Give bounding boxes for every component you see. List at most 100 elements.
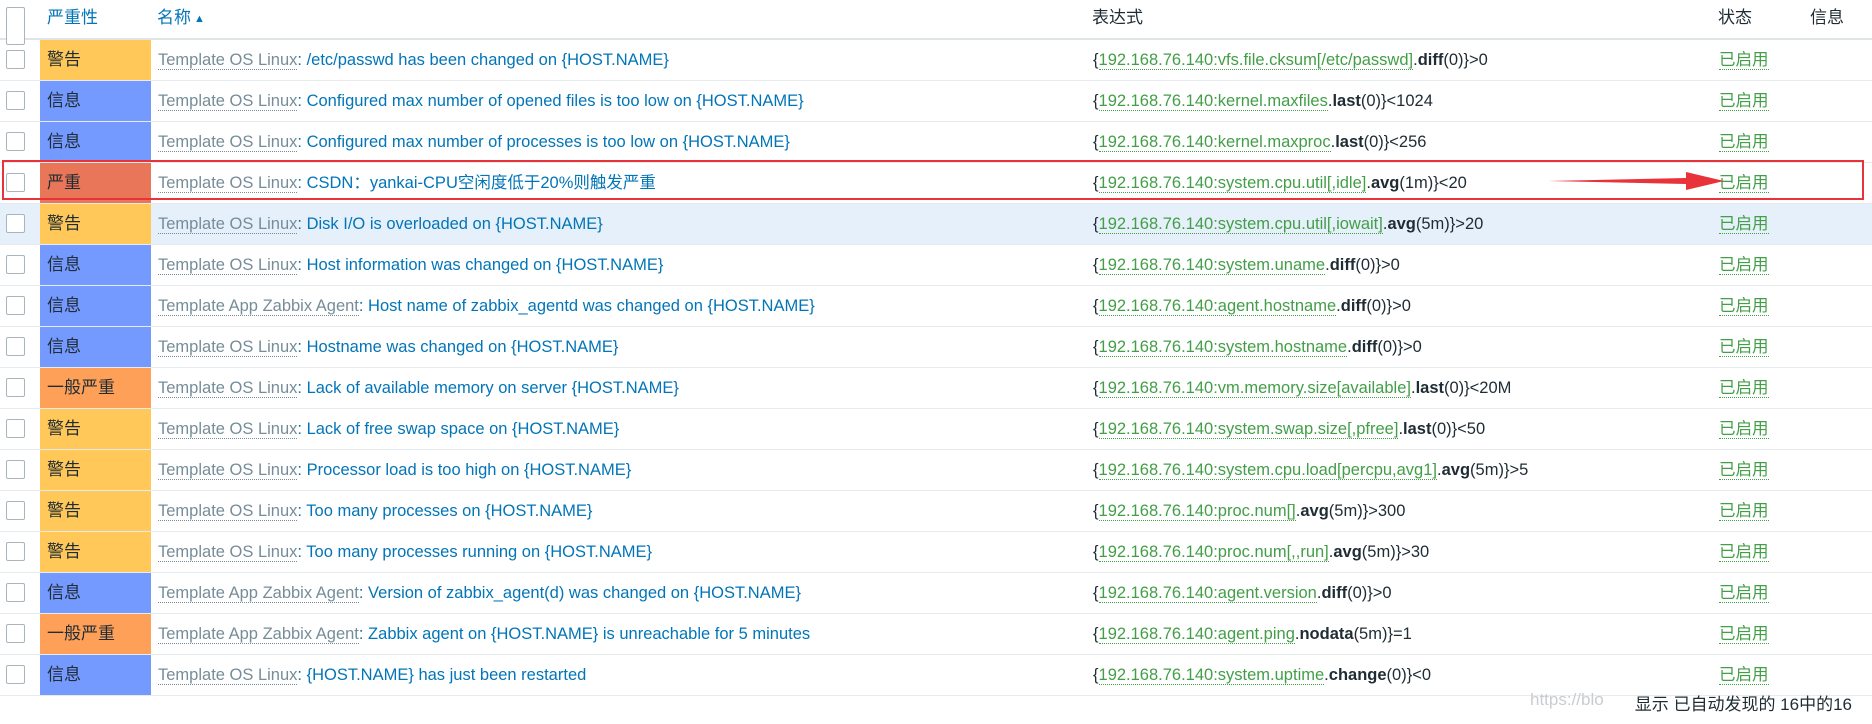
row-checkbox[interactable] <box>6 624 25 643</box>
template-link[interactable]: Template App Zabbix Agent <box>158 297 359 316</box>
template-link[interactable]: Template App Zabbix Agent <box>158 584 359 603</box>
template-link[interactable]: Template App Zabbix Agent <box>158 625 359 644</box>
trigger-name-link[interactable]: : {HOST.NAME} has just been restarted <box>297 666 586 684</box>
expression-item-link[interactable]: 192.168.76.140:system.cpu.load[percpu,av… <box>1098 461 1437 480</box>
template-link[interactable]: Template OS Linux <box>158 666 298 685</box>
expression-item-link[interactable]: 192.168.76.140:proc.num[] <box>1098 502 1296 521</box>
trigger-name-link[interactable]: : Lack of available memory on server {HO… <box>297 379 678 397</box>
row-checkbox[interactable] <box>6 173 25 192</box>
template-link[interactable]: Template OS Linux <box>158 379 298 398</box>
trigger-name: Template OS Linux: /etc/passwd has been … <box>158 40 669 80</box>
expression-item-link[interactable]: 192.168.76.140:system.swap.size[,pfree] <box>1098 420 1399 439</box>
template-link[interactable]: Template OS Linux <box>158 92 298 111</box>
row-checkbox[interactable] <box>6 460 25 479</box>
trigger-expression: {192.168.76.140:vfs.file.cksum[/etc/pass… <box>1093 51 1488 70</box>
trigger-name-link[interactable]: : Hostname was changed on {HOST.NAME} <box>297 338 618 356</box>
row-checkbox[interactable] <box>6 501 25 520</box>
severity-badge: 警告 <box>40 450 151 490</box>
expression-item-link[interactable]: 192.168.76.140:vm.memory.size[available] <box>1098 379 1411 398</box>
trigger-name-link[interactable]: : Too many processes running on {HOST.NA… <box>297 543 652 561</box>
table-row: 警告 Template OS Linux: /etc/passwd has bee… <box>0 40 1872 81</box>
expression-function: avg <box>1387 215 1416 233</box>
expression-item-link[interactable]: 192.168.76.140:system.cpu.util[,iowait] <box>1098 215 1383 234</box>
expression-item-link[interactable]: 192.168.76.140:proc.num[,,run] <box>1098 543 1329 562</box>
row-checkbox[interactable] <box>6 132 25 151</box>
status-toggle-link[interactable]: 已启用 <box>1719 409 1769 449</box>
expression-item-link[interactable]: 192.168.76.140:agent.version <box>1098 584 1317 603</box>
row-checkbox[interactable] <box>6 214 25 233</box>
template-link[interactable]: Template OS Linux <box>158 543 298 562</box>
expression-function: avg <box>1333 543 1362 561</box>
trigger-name: Template App Zabbix Agent: Zabbix agent … <box>158 614 810 654</box>
expression-item-link[interactable]: 192.168.76.140:vfs.file.cksum[/etc/passw… <box>1098 51 1414 70</box>
trigger-name: Template OS Linux: {HOST.NAME} has just … <box>158 655 586 695</box>
row-checkbox[interactable] <box>6 378 25 397</box>
status-toggle-link[interactable]: 已启用 <box>1719 450 1769 490</box>
row-checkbox[interactable] <box>6 296 25 315</box>
trigger-expression: {192.168.76.140:agent.ping.nodata(5m)}=1 <box>1093 625 1412 644</box>
expression-item-link[interactable]: 192.168.76.140:system.uname <box>1098 256 1326 275</box>
template-link[interactable]: Template OS Linux <box>158 502 298 521</box>
trigger-expression: {192.168.76.140:vm.memory.size[available… <box>1093 379 1512 398</box>
template-link[interactable]: Template OS Linux <box>158 215 298 234</box>
status-toggle-link[interactable]: 已启用 <box>1719 655 1769 695</box>
template-link[interactable]: Template OS Linux <box>158 133 298 152</box>
expression-item-link[interactable]: 192.168.76.140:kernel.maxfiles <box>1098 92 1328 111</box>
table-body: 警告 Template OS Linux: /etc/passwd has bee… <box>0 40 1872 696</box>
row-checkbox[interactable] <box>6 91 25 110</box>
row-checkbox[interactable] <box>6 583 25 602</box>
trigger-name-link[interactable]: : Zabbix agent on {HOST.NAME} is unreach… <box>359 625 810 643</box>
template-link[interactable]: Template OS Linux <box>158 420 298 439</box>
status-toggle-link[interactable]: 已启用 <box>1719 573 1769 613</box>
status-toggle-link[interactable]: 已启用 <box>1719 327 1769 367</box>
trigger-name-link[interactable]: : CSDN：yankai-CPU空闲度低于20%则触发严重 <box>297 174 655 192</box>
expression-function: last <box>1403 420 1432 438</box>
trigger-name-link[interactable]: : Too many processes on {HOST.NAME} <box>297 502 592 520</box>
expression-item-link[interactable]: 192.168.76.140:kernel.maxproc <box>1098 133 1331 152</box>
expression-item-link[interactable]: 192.168.76.140:agent.hostname <box>1098 297 1337 316</box>
template-link[interactable]: Template OS Linux <box>158 338 298 357</box>
status-toggle-link[interactable]: 已启用 <box>1719 532 1769 572</box>
trigger-name-link[interactable]: : Configured max number of processes is … <box>297 133 789 151</box>
trigger-name: Template OS Linux: Configured max number… <box>158 122 790 162</box>
template-link[interactable]: Template OS Linux <box>158 174 298 193</box>
trigger-name-link[interactable]: : Host name of zabbix_agentd was changed… <box>359 297 815 315</box>
status-toggle-link[interactable]: 已启用 <box>1719 122 1769 162</box>
status-toggle-link[interactable]: 已启用 <box>1719 40 1769 80</box>
trigger-name-link[interactable]: : Lack of free swap space on {HOST.NAME} <box>297 420 619 438</box>
trigger-name-link[interactable]: : Disk I/O is overloaded on {HOST.NAME} <box>297 215 602 233</box>
expression-function: last <box>1335 133 1364 151</box>
status-toggle-link[interactable]: 已启用 <box>1719 81 1769 121</box>
row-checkbox[interactable] <box>6 419 25 438</box>
template-link[interactable]: Template OS Linux <box>158 51 298 70</box>
severity-badge: 警告 <box>40 491 151 531</box>
expression-item-link[interactable]: 192.168.76.140:agent.ping <box>1098 625 1295 644</box>
status-toggle-link[interactable]: 已启用 <box>1719 491 1769 531</box>
row-checkbox[interactable] <box>6 337 25 356</box>
trigger-name-link[interactable]: : Processor load is too high on {HOST.NA… <box>297 461 631 479</box>
expression-item-link[interactable]: 192.168.76.140:system.uptime <box>1098 666 1325 685</box>
trigger-name-link[interactable]: : Version of zabbix_agent(d) was changed… <box>359 584 801 602</box>
expression-item-link[interactable]: 192.168.76.140:system.hostname <box>1098 338 1348 357</box>
trigger-name-link[interactable]: : Configured max number of opened files … <box>297 92 803 110</box>
column-header-severity[interactable]: 严重性 <box>47 0 98 38</box>
status-toggle-link[interactable]: 已启用 <box>1719 163 1769 203</box>
status-toggle-link[interactable]: 已启用 <box>1719 368 1769 408</box>
trigger-name-link[interactable]: : /etc/passwd has been changed on {HOST.… <box>297 51 668 69</box>
annotation-arrow-icon <box>1548 172 1724 190</box>
row-checkbox[interactable] <box>6 542 25 561</box>
status-toggle-link[interactable]: 已启用 <box>1719 245 1769 285</box>
status-toggle-link[interactable]: 已启用 <box>1719 204 1769 244</box>
expression-item-link[interactable]: 192.168.76.140:system.cpu.util[,idle] <box>1098 174 1367 193</box>
column-header-name[interactable]: 名称 ▲ <box>157 0 205 38</box>
sort-ascending-icon: ▲ <box>194 13 205 25</box>
template-link[interactable]: Template OS Linux <box>158 461 298 480</box>
trigger-expression: {192.168.76.140:proc.num[].avg(5m)}>300 <box>1093 502 1406 521</box>
row-checkbox[interactable] <box>6 255 25 274</box>
row-checkbox[interactable] <box>6 50 25 69</box>
status-toggle-link[interactable]: 已启用 <box>1719 286 1769 326</box>
trigger-name-link[interactable]: : Host information was changed on {HOST.… <box>297 256 663 274</box>
status-toggle-link[interactable]: 已启用 <box>1719 614 1769 654</box>
template-link[interactable]: Template OS Linux <box>158 256 298 275</box>
row-checkbox[interactable] <box>6 665 25 684</box>
